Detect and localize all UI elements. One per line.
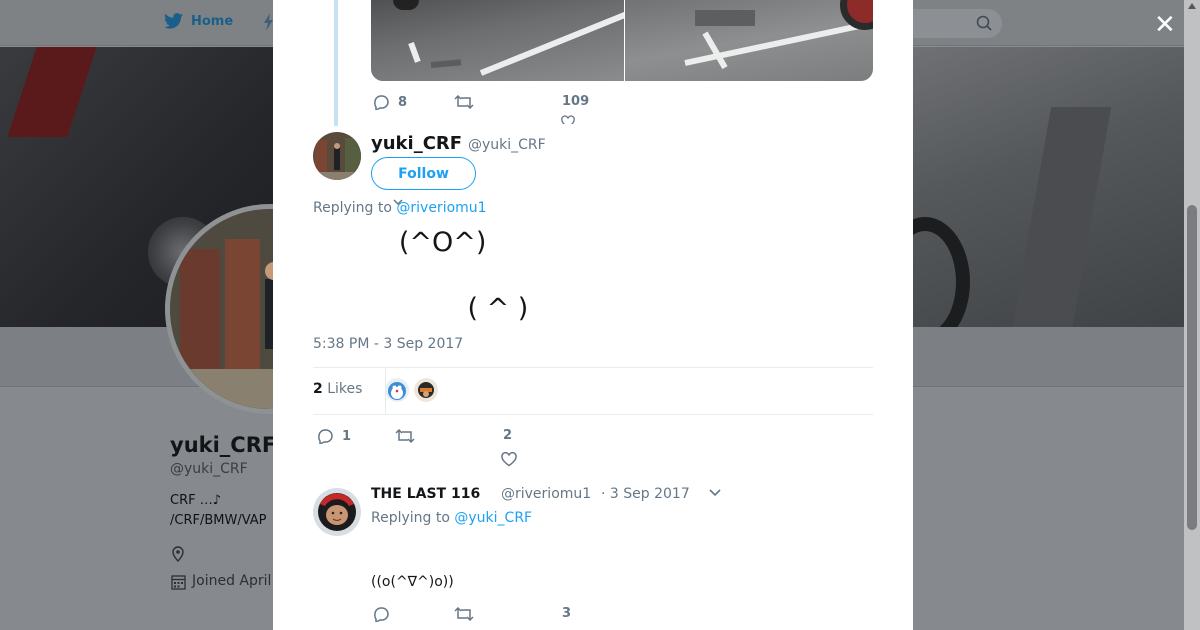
tweet-text: (^O^) ( ^ ) <box>313 226 537 325</box>
chevron-down-icon[interactable] <box>709 489 721 497</box>
like-action[interactable]: 2 <box>503 428 512 443</box>
profile-bio-line2: /CRF/BMW/VAP <box>170 513 267 528</box>
retweet-icon <box>454 606 474 622</box>
twitter-bird-icon <box>164 13 183 29</box>
divider <box>313 414 873 415</box>
tweet-text-line1: (^O^) <box>313 227 495 258</box>
retweet-action[interactable] <box>454 94 474 110</box>
like-count: 2 <box>503 428 513 443</box>
profile-bio-line1: CRF …♪ <box>170 493 222 508</box>
close-icon[interactable]: ✕ <box>1154 12 1176 38</box>
scroll-up-arrow-icon[interactable] <box>1188 3 1196 9</box>
reply-action[interactable]: 8 <box>372 94 407 110</box>
reply-author-handle[interactable]: @riveriomu1 <box>501 486 591 502</box>
replying-prefix: Replying to <box>371 510 450 526</box>
profile-handle: @yuki_CRF <box>170 461 248 477</box>
retweet-icon <box>454 94 474 110</box>
scrollbar[interactable] <box>1184 0 1200 630</box>
follow-button[interactable]: Follow <box>371 157 476 190</box>
thread-connector-line <box>334 0 338 126</box>
reply-author-avatar[interactable] <box>313 488 361 536</box>
tweet-text-line2 <box>313 259 537 292</box>
like-action[interactable]: 3 <box>562 606 571 621</box>
reply-icon <box>374 95 389 110</box>
divider <box>313 367 873 368</box>
retweet-action[interactable] <box>454 606 474 622</box>
profile-name: yuki_CRF <box>170 433 277 457</box>
reply-count: 8 <box>398 94 408 110</box>
author-handle[interactable]: @yuki_CRF <box>468 137 546 153</box>
author-avatar[interactable] <box>313 132 361 180</box>
likes-label: Likes <box>327 381 363 397</box>
reply-icon <box>318 429 333 444</box>
reply-action[interactable]: 1 <box>316 428 351 444</box>
likes-count: 2 <box>313 381 323 397</box>
tweet-timestamp[interactable]: 5:38 PM - 3 Sep 2017 <box>313 336 463 352</box>
tweet-modal: 8 109 yuki_CRF @yuki_CRF Follow Replying… <box>273 0 913 630</box>
reply-date[interactable]: · 3 Sep 2017 <box>601 486 690 502</box>
tweet-text-line3: ( ^ ) <box>313 293 537 324</box>
replying-to-link[interactable]: @riveriomu1 <box>396 200 486 216</box>
liker-avatar[interactable] <box>414 378 438 402</box>
scrollbar-thumb[interactable] <box>1187 205 1197 530</box>
heart-icon[interactable] <box>501 452 517 467</box>
replying-prefix: Replying to <box>313 200 392 216</box>
liker-avatar[interactable] <box>385 378 409 402</box>
like-action[interactable]: 109 <box>562 94 589 109</box>
reply-action[interactable] <box>372 606 390 622</box>
reply-text: ((o(^∇^)o)) <box>371 574 454 590</box>
nav-home-label: Home <box>191 13 234 29</box>
nav-home-link[interactable]: Home <box>164 13 233 29</box>
replying-to: Replying to @riveriomu1 <box>313 200 487 216</box>
search-icon <box>976 15 992 31</box>
like-count: 109 <box>562 94 590 109</box>
reply-replying-to: Replying to @yuki_CRF <box>371 510 532 526</box>
tweet-photo-2[interactable] <box>625 0 873 81</box>
retweet-icon <box>395 428 415 444</box>
reply-icon <box>374 607 389 622</box>
replying-to-link[interactable]: @yuki_CRF <box>454 510 532 526</box>
location-pin-icon <box>172 546 184 562</box>
likes-summary[interactable]: 2 Likes <box>313 381 362 397</box>
like-count: 3 <box>562 606 572 621</box>
author-name[interactable]: yuki_CRF <box>371 133 462 154</box>
reply-count: 1 <box>342 428 352 444</box>
calendar-icon <box>171 575 186 590</box>
retweet-action[interactable] <box>395 428 415 444</box>
reply-author-name[interactable]: THE LAST 116 <box>371 486 480 502</box>
heart-icon[interactable] <box>561 114 575 124</box>
search-input[interactable] <box>912 9 1002 38</box>
profile-joined-date: Joined April <box>192 573 272 589</box>
tweet-photo-1[interactable] <box>371 0 624 81</box>
